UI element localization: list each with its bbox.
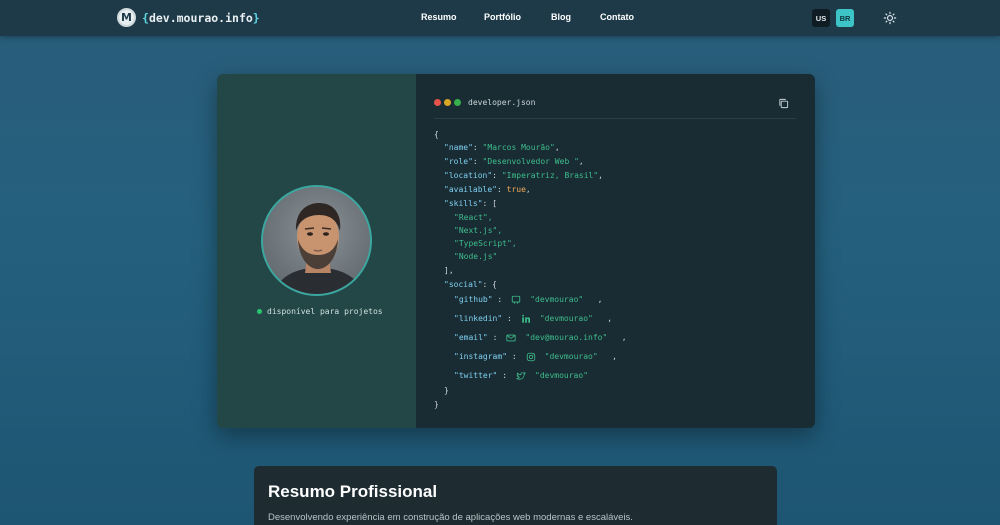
code-line: ], [444,266,454,275]
code-window: developer.json { "name": "Marcos Mourão"… [416,74,815,428]
window-maximize-dot-icon [454,99,461,106]
instagram-handle: devmourao [549,352,593,361]
availability-status: disponível para projetos [257,307,383,316]
avatar-photo [263,187,370,294]
mail-icon [506,334,516,341]
window-minimize-dot-icon [444,99,451,106]
nav-link-portfolio[interactable]: Portfólio [484,12,521,22]
social-instagram-link[interactable]: "instagram" : "devmourao" , [454,350,617,363]
resumo-section: Resumo Profissional Desenvolvendo experi… [254,466,777,525]
copy-icon[interactable] [778,98,789,109]
social-github-link[interactable]: "github" : "devmourao" , [454,293,602,306]
nav-link-resumo[interactable]: Resumo [421,12,457,22]
window-titlebar: developer.json [434,98,535,107]
avatar [261,185,372,296]
social-linkedin-link[interactable]: "linkedin" : "devmourao" , [454,312,612,325]
code-line-location: "location": "Imperatriz, Brasil", [444,171,603,180]
section-text: Desenvolvendo experiência em construção … [268,512,633,523]
availability-text: disponível para projetos [267,307,383,316]
section-title: Resumo Profissional [268,482,438,501]
github-icon [512,295,521,304]
twitter-handle: devmourao [539,371,584,380]
top-navbar: M {dev.mourao.info} Resumo Portfólio Blo… [0,0,1000,36]
skill-item: " TypeScript ", [454,239,517,248]
language-br-button[interactable]: BR [836,9,854,27]
nav-link-contato[interactable]: Contato [600,12,634,22]
profile-panel: disponível para projetos [217,74,416,428]
code-line-skills: "skills": [ [444,199,497,208]
instagram-icon [526,352,535,361]
code-line-role: "role": "Desenvolvedor Web ", [444,157,584,166]
developer-role: Desenvolvedor Web [487,157,575,166]
code-line-name: "name": "Marcos Mourão", [444,143,560,152]
code-line: } [444,386,449,395]
github-handle: devmourao [535,295,579,304]
developer-available: true [506,185,526,194]
skill-item: " Node.js " [454,252,498,261]
sun-icon[interactable] [883,11,897,25]
code-line: } [434,400,439,409]
linkedin-handle: devmourao [544,314,589,323]
skill-item: " React ", [454,213,493,222]
skill-item: " Next.js ", [454,226,503,235]
social-twitter-link[interactable]: "twitter" : "devmourao" [454,369,588,382]
status-dot-icon [257,309,262,314]
twitter-icon [516,371,526,380]
code-filename: developer.json [468,98,536,107]
window-close-dot-icon [434,99,441,106]
developer-location: Imperatriz, Brasil [506,171,594,180]
code-line-social: "social": { [444,280,497,289]
nav-link-blog[interactable]: Blog [551,12,571,22]
code-line: { [434,130,439,139]
developer-name: Marcos Mourão [487,143,550,152]
code-line-available: "available": true, [444,185,531,194]
social-email-link[interactable]: "email" : "dev@mourao.info" , [454,331,627,344]
code-divider [434,118,796,119]
hero-card: disponível para projetos developer.json … [217,74,815,428]
language-us-button[interactable]: US [812,9,830,27]
linkedin-icon [521,314,530,323]
email-address: dev@mourao.info [530,333,603,342]
